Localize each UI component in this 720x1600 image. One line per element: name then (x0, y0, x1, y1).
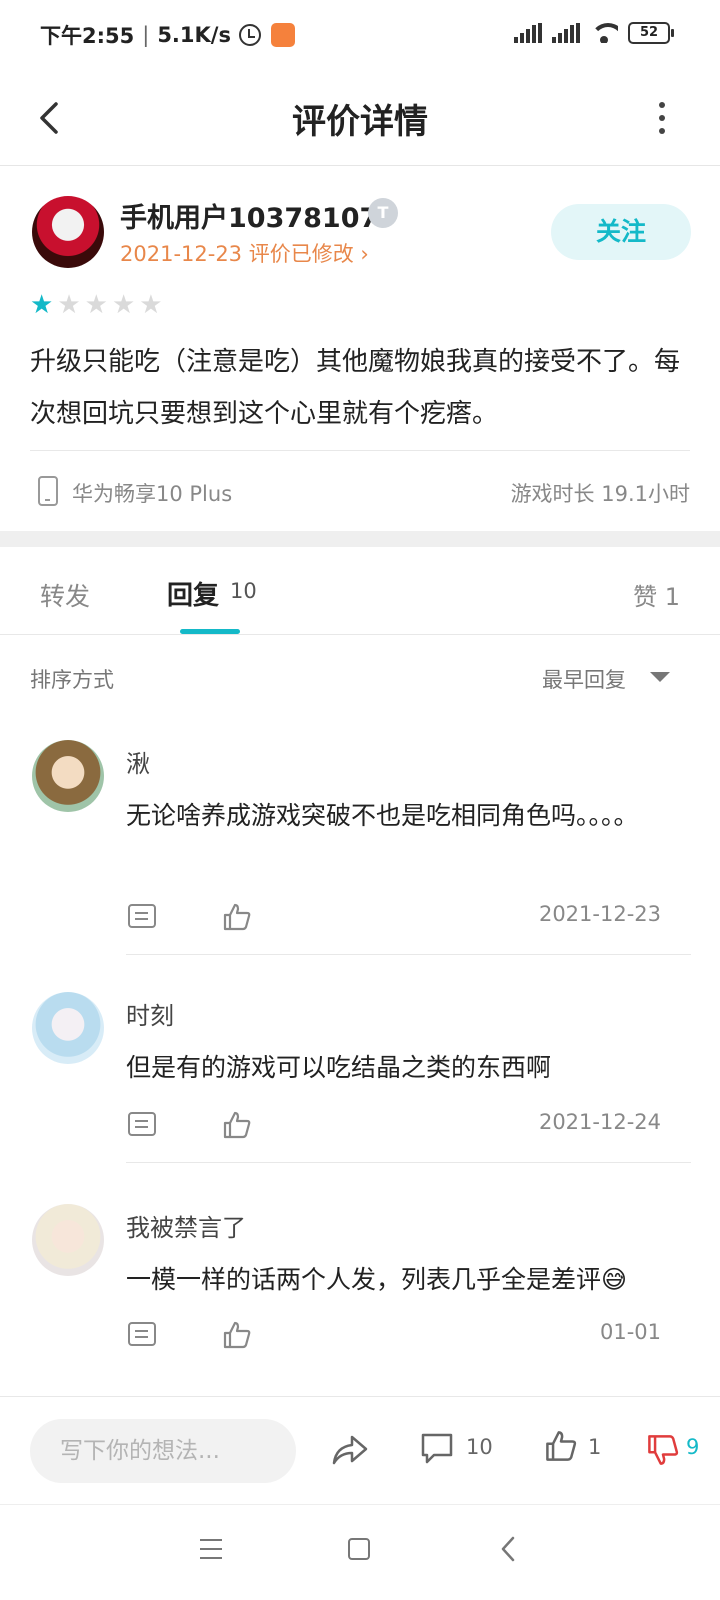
commenter-avatar[interactable] (32, 740, 104, 812)
user-badge-icon: T (368, 198, 398, 228)
star-filled-icon: ★ (30, 290, 54, 320)
status-bar: 下午2:55 | 5.1K/s 52 (0, 0, 720, 70)
comment-date: 01-01 (599, 1320, 661, 1344)
comment-input[interactable] (30, 1419, 296, 1483)
notification-app-icon (270, 23, 295, 47)
sort-dropdown[interactable]: 最早回复 (542, 664, 626, 694)
comment-date: 2021-12-23 (538, 902, 661, 926)
thumbs-up-icon[interactable] (222, 1320, 252, 1350)
share-icon[interactable] (330, 1429, 370, 1469)
wifi-icon (590, 23, 618, 43)
page-title: 评价详情 (292, 102, 428, 142)
signal-icon (514, 23, 542, 43)
commenter-avatar[interactable] (32, 992, 104, 1064)
dislike-count: 9 (686, 1435, 700, 1459)
signal-icon (552, 23, 580, 43)
comment-icon[interactable] (420, 1431, 454, 1465)
follow-button[interactable]: 关注 (551, 204, 691, 260)
system-nav-bar (0, 1504, 720, 1600)
divider (30, 450, 690, 451)
comment-text: 但是有的游戏可以吃结晶之类的东西啊 (126, 1053, 552, 1082)
like-count: 1 (588, 1435, 602, 1459)
network-speed: 5.1K/s (157, 23, 231, 47)
status-left: 下午2:55 | 5.1K/s (40, 20, 295, 50)
divider (126, 1162, 691, 1163)
play-time: 游戏时长 19.1小时 (510, 482, 690, 506)
star-rating: ★ ★ ★ ★ ★ (30, 292, 163, 318)
tab-forward[interactable]: 转发 (40, 577, 90, 613)
device-name: 华为畅享10 Plus (72, 482, 233, 506)
thumbs-down-icon[interactable] (646, 1433, 680, 1467)
author-avatar[interactable] (32, 196, 104, 268)
commenter-name[interactable]: 时刻 (126, 996, 174, 1031)
status-time: 下午2:55 (40, 24, 135, 48)
comment-actions: 01-01 (126, 1320, 691, 1356)
reply-icon[interactable] (128, 1322, 156, 1346)
section-divider (0, 531, 720, 547)
chevron-right-icon: › (353, 242, 369, 266)
comment-actions: 2021-12-23 (126, 902, 691, 938)
divider (126, 954, 691, 955)
back-icon[interactable] (500, 1535, 516, 1563)
comment-date: 2021-12-24 (538, 1110, 661, 1134)
star-empty-icon: ★ (57, 290, 81, 320)
status-separator: | (142, 23, 150, 47)
phone-icon (38, 476, 58, 506)
battery-icon: 52 (628, 22, 674, 44)
review-text: 升级只能吃（注意是吃）其他魔物娘我真的接受不了。每次想回坑只要想到这个心里就有个… (30, 347, 681, 429)
comment-count: 10 (466, 1435, 493, 1459)
tab-reply[interactable]: 回复 (167, 575, 219, 612)
star-empty-icon: ★ (84, 290, 108, 320)
home-icon[interactable] (348, 1538, 370, 1560)
review-date[interactable]: 2021-12-23 评价已修改 › (120, 238, 369, 268)
thumbs-up-icon[interactable] (544, 1429, 578, 1463)
sort-label: 排序方式 (30, 668, 114, 692)
commenter-avatar[interactable] (32, 1204, 104, 1276)
menu-icon[interactable] (200, 1539, 222, 1559)
comment-text: 无论啥养成游戏突破不也是吃相同角色吗。。。。 (126, 801, 639, 830)
commenter-name[interactable]: 湫 (126, 744, 150, 779)
author-name[interactable]: 手机用户10378107 (120, 196, 378, 235)
bottom-action-bar: 10 1 9 (0, 1396, 720, 1504)
star-empty-icon: ★ (111, 290, 136, 320)
status-right: 52 (514, 22, 674, 44)
dropdown-arrow-icon[interactable] (650, 672, 670, 682)
comment-actions: 2021-12-24 (126, 1110, 691, 1146)
tab-like[interactable]: 赞 1 (633, 577, 680, 612)
commenter-name[interactable]: 我被禁言了 (126, 1208, 246, 1243)
reply-icon[interactable] (128, 1112, 156, 1136)
more-options-icon[interactable] (652, 98, 672, 138)
tab-reply-count: 10 (230, 579, 257, 603)
comment-text: 一模一样的话两个人发，列表几乎全是差评😅 (126, 1265, 628, 1294)
tab-active-indicator (180, 629, 240, 634)
reply-icon[interactable] (128, 904, 156, 928)
review-date-text: 2021-12-23 评价已修改 (120, 242, 354, 266)
star-empty-icon: ★ (139, 290, 163, 320)
alarm-icon (238, 24, 261, 46)
thumbs-up-icon[interactable] (222, 902, 252, 932)
tab-bar: 转发 回复 10 赞 1 (0, 547, 720, 635)
app-header: 评价详情 (0, 70, 720, 166)
thumbs-up-icon[interactable] (222, 1110, 252, 1140)
